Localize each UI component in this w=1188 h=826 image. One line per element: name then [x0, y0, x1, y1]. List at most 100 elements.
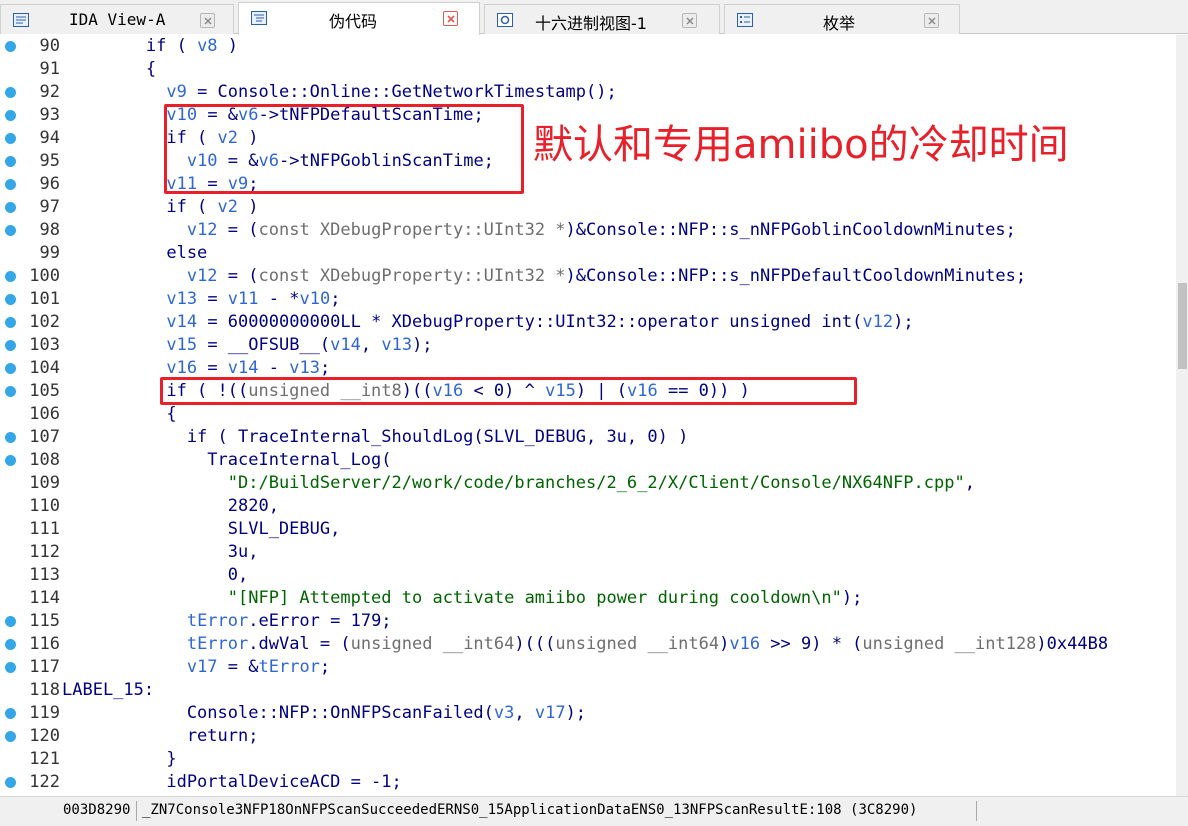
breakpoint-dot-icon[interactable]: [5, 271, 16, 282]
tab-ida-view-a[interactable]: IDA View-A: [0, 4, 234, 34]
code-text[interactable]: if ( v8 ): [64, 35, 238, 58]
tab-pseudocode[interactable]: 伪代码: [238, 2, 480, 35]
code-line[interactable]: 118 LABEL_15:: [0, 679, 1176, 702]
tab-hex-view[interactable]: 十六进制视图-1: [484, 4, 720, 34]
code-line[interactable]: 102 v14 = 60000000000LL * XDebugProperty…: [0, 311, 1176, 334]
code-line[interactable]: 98 v12 = (const XDebugProperty::UInt32 *…: [0, 219, 1176, 242]
code-text[interactable]: v11 = v9;: [64, 173, 258, 196]
line-number: 104: [29, 358, 60, 378]
code-text[interactable]: idPortalDeviceACD = -1;: [64, 771, 401, 794]
code-text[interactable]: {: [64, 58, 156, 81]
code-text[interactable]: v12 = (const XDebugProperty::UInt32 *)&C…: [64, 265, 1026, 288]
code-text[interactable]: tError.eError = 179;: [64, 610, 392, 633]
code-line[interactable]: 112 3u,: [0, 541, 1176, 564]
breakpoint-dot-icon[interactable]: [5, 777, 16, 788]
code-text[interactable]: 3u,: [64, 541, 259, 564]
code-line[interactable]: 122 idPortalDeviceACD = -1;: [0, 771, 1176, 794]
code-text[interactable]: v12 = (const XDebugProperty::UInt32 *)&C…: [64, 219, 1016, 242]
code-line[interactable]: 92 v9 = Console::Online::GetNetworkTimes…: [0, 81, 1176, 104]
breakpoint-dot-icon[interactable]: [5, 616, 16, 627]
breakpoint-dot-icon[interactable]: [5, 110, 16, 121]
breakpoint-dot-icon[interactable]: [5, 294, 16, 305]
tab-enums[interactable]: 枚举: [724, 4, 960, 34]
close-icon[interactable]: [924, 13, 939, 28]
code-line[interactable]: 99 else: [0, 242, 1176, 265]
code-line[interactable]: 110 2820,: [0, 495, 1176, 518]
code-text[interactable]: v16 = v14 - v13;: [64, 357, 330, 380]
code-line[interactable]: 116 tError.dwVal = (unsigned __int64)(((…: [0, 633, 1176, 656]
breakpoint-dot-icon[interactable]: [5, 202, 16, 213]
breakpoint-dot-icon[interactable]: [5, 731, 16, 742]
breakpoint-dot-icon[interactable]: [5, 432, 16, 443]
breakpoint-dot-icon[interactable]: [5, 225, 16, 236]
code-text[interactable]: "D:/BuildServer/2/work/code/branches/2_6…: [64, 472, 975, 495]
vertical-scrollbar[interactable]: [1176, 35, 1188, 796]
code-text[interactable]: 0,: [64, 564, 248, 587]
breakpoint-dot-icon[interactable]: [5, 662, 16, 673]
breakpoint-dot-icon[interactable]: [5, 317, 16, 328]
code-text[interactable]: Console::NFP::OnNFPScanFailed(v3, v17);: [64, 702, 586, 725]
code-line[interactable]: 104 v16 = v14 - v13;: [0, 357, 1176, 380]
code-line[interactable]: 105 if ( !((unsigned __int8)((v16 < 0) ^…: [0, 380, 1176, 403]
code-text[interactable]: LABEL_15:: [62, 679, 154, 702]
code-text[interactable]: tError.dwVal = (unsigned __int64)(((unsi…: [64, 633, 1108, 656]
code-text[interactable]: v15 = __OFSUB__(v14, v13);: [64, 334, 432, 357]
tab-label: 枚举: [823, 14, 856, 33]
breakpoint-dot-icon[interactable]: [5, 156, 16, 167]
code-text[interactable]: SLVL_DEBUG,: [64, 518, 341, 541]
code-line[interactable]: 91 {: [0, 58, 1176, 81]
code-line[interactable]: 117 v17 = &tError;: [0, 656, 1176, 679]
code-line[interactable]: 101 v13 = v11 - *v10;: [0, 288, 1176, 311]
code-text[interactable]: v17 = &tError;: [64, 656, 330, 679]
code-line[interactable]: 106 {: [0, 403, 1176, 426]
code-line[interactable]: 103 v15 = __OFSUB__(v14, v13);: [0, 334, 1176, 357]
line-number: 101: [29, 289, 60, 309]
code-line[interactable]: 107 if ( TraceInternal_ShouldLog(SLVL_DE…: [0, 426, 1176, 449]
close-icon[interactable]: [682, 13, 697, 28]
breakpoint-dot-icon[interactable]: [5, 386, 16, 397]
line-number: 93: [39, 105, 60, 125]
scrollbar-thumb[interactable]: [1178, 283, 1187, 369]
code-line[interactable]: 120 return;: [0, 725, 1176, 748]
code-line[interactable]: 90 if ( v8 ): [0, 35, 1176, 58]
code-line[interactable]: 96 v11 = v9;: [0, 173, 1176, 196]
code-line[interactable]: 109 "D:/BuildServer/2/work/code/branches…: [0, 472, 1176, 495]
breakpoint-dot-icon[interactable]: [5, 133, 16, 144]
code-text[interactable]: v10 = &v6->tNFPDefaultScanTime;: [64, 104, 483, 127]
code-text[interactable]: else: [64, 242, 207, 265]
code-text[interactable]: if ( TraceInternal_ShouldLog(SLVL_DEBUG,…: [64, 426, 689, 449]
breakpoint-dot-icon[interactable]: [5, 363, 16, 374]
code-line[interactable]: 119 Console::NFP::OnNFPScanFailed(v3, v1…: [0, 702, 1176, 725]
close-icon[interactable]: [200, 13, 215, 28]
code-text[interactable]: {: [64, 403, 176, 426]
code-text[interactable]: TraceInternal_Log(: [64, 449, 391, 472]
code-line[interactable]: 108 TraceInternal_Log(: [0, 449, 1176, 472]
code-text[interactable]: if ( v2 ): [64, 196, 258, 219]
code-text[interactable]: v9 = Console::Online::GetNetworkTimestam…: [64, 81, 616, 104]
breakpoint-dot-icon[interactable]: [5, 41, 16, 52]
code-line[interactable]: 111 SLVL_DEBUG,: [0, 518, 1176, 541]
breakpoint-dot-icon[interactable]: [5, 708, 16, 719]
breakpoint-dot-icon[interactable]: [5, 639, 16, 650]
code-text[interactable]: return;: [64, 725, 259, 748]
code-line[interactable]: 114 "[NFP] Attempted to activate amiibo …: [0, 587, 1176, 610]
breakpoint-dot-icon[interactable]: [5, 455, 16, 466]
code-text[interactable]: }: [64, 748, 176, 771]
code-line[interactable]: 115 tError.eError = 179;: [0, 610, 1176, 633]
code-line[interactable]: 100 v12 = (const XDebugProperty::UInt32 …: [0, 265, 1176, 288]
code-text[interactable]: 2820,: [64, 495, 279, 518]
code-line[interactable]: 113 0,: [0, 564, 1176, 587]
close-icon[interactable]: [443, 11, 458, 26]
code-text[interactable]: if ( !((unsigned __int8)((v16 < 0) ^ v15…: [64, 380, 750, 403]
breakpoint-dot-icon[interactable]: [5, 87, 16, 98]
code-line[interactable]: 97 if ( v2 ): [0, 196, 1176, 219]
breakpoint-dot-icon[interactable]: [5, 340, 16, 351]
code-text[interactable]: "[NFP] Attempted to activate amiibo powe…: [64, 587, 863, 610]
code-text[interactable]: v13 = v11 - *v10;: [64, 288, 340, 311]
breakpoint-dot-icon[interactable]: [5, 179, 16, 190]
code-text[interactable]: if ( v2 ): [64, 127, 258, 150]
code-text[interactable]: v10 = &v6->tNFPGoblinScanTime;: [64, 150, 494, 173]
line-number: 105: [29, 381, 60, 401]
code-line[interactable]: 121 }: [0, 748, 1176, 771]
code-text[interactable]: v14 = 60000000000LL * XDebugProperty::UI…: [64, 311, 913, 334]
